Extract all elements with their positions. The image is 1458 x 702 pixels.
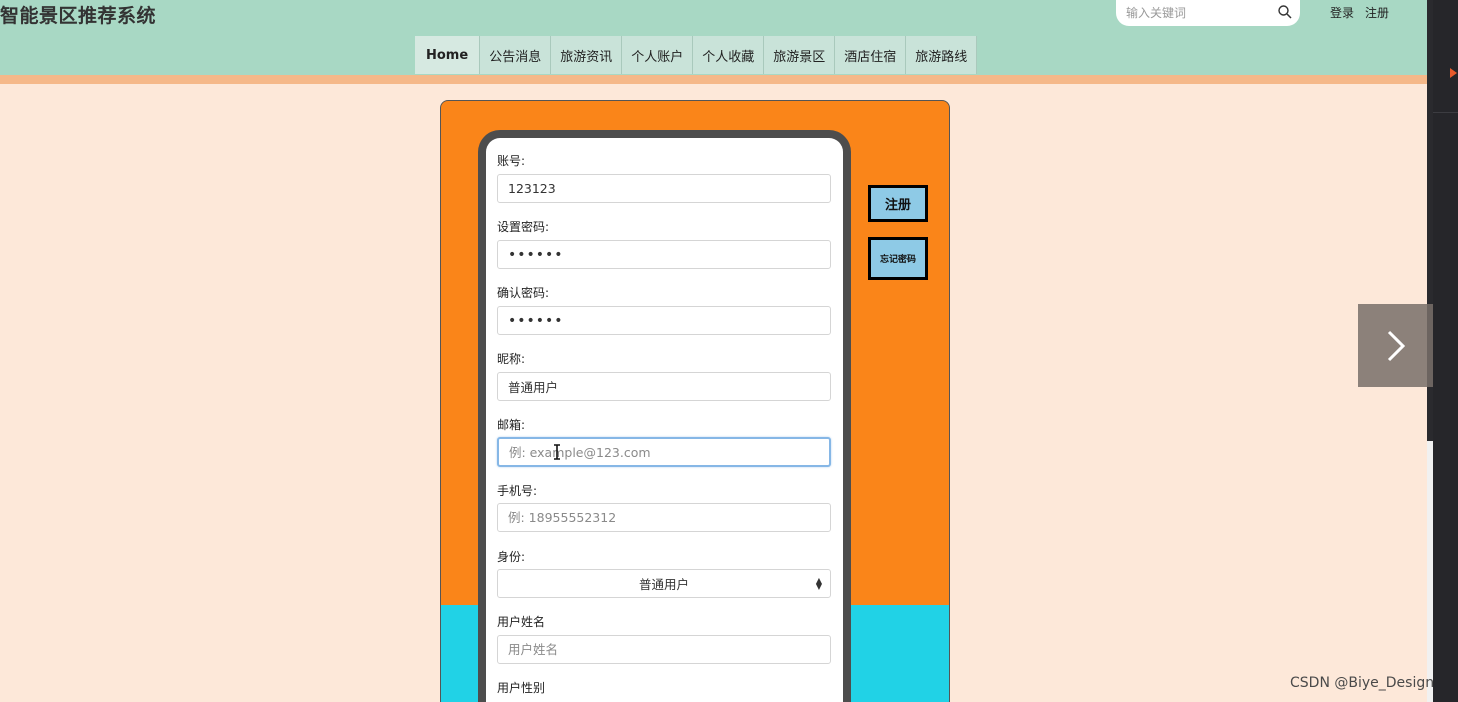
expand-arrow-icon[interactable]	[1450, 68, 1457, 78]
site-title: 智能景区推荐系统	[0, 5, 157, 27]
side-panel-strip	[1433, 0, 1458, 702]
email-input[interactable]	[497, 437, 831, 467]
phone-label: 手机号:	[497, 484, 538, 498]
text-cursor-icon	[554, 444, 560, 460]
realname-label: 用户姓名	[497, 615, 546, 629]
carousel-next-button[interactable]	[1358, 304, 1433, 387]
gender-label: 用户性别	[497, 681, 546, 695]
account-input[interactable]: 123123	[497, 174, 831, 203]
confirm-password-input[interactable]: ••••••	[497, 306, 831, 335]
register-link[interactable]: 注册	[1365, 6, 1389, 20]
search-icon[interactable]	[1277, 4, 1293, 20]
nav-item-scenic-spots[interactable]: 旅游景区	[764, 36, 836, 74]
select-caret-icon: ▲ ▼	[815, 576, 822, 591]
nav-item-hotels[interactable]: 酒店住宿	[835, 36, 907, 74]
nav-item-favorites[interactable]: 个人收藏	[693, 36, 765, 74]
password-input[interactable]: ••••••	[497, 240, 831, 269]
main-nav: Home 公告消息 旅游资讯 个人账户 个人收藏 旅游景区 酒店住宿 旅游路线	[415, 36, 978, 74]
phone-input[interactable]	[497, 503, 831, 532]
login-link[interactable]: 登录	[1330, 6, 1354, 20]
search-box	[1116, 0, 1300, 26]
password-label: 设置密码:	[497, 220, 550, 234]
role-select-value: 普通用户	[638, 577, 689, 592]
watermark: CSDN @Biye_Design	[1290, 675, 1435, 691]
nickname-label: 昵称:	[497, 352, 526, 366]
nav-item-travel-news[interactable]: 旅游资讯	[551, 36, 623, 74]
account-label: 账号:	[497, 154, 526, 168]
confirm-password-label: 确认密码:	[497, 286, 550, 300]
nav-item-announcements[interactable]: 公告消息	[480, 36, 552, 74]
forgot-password-button[interactable]: 忘记密码	[868, 237, 928, 280]
search-input[interactable]	[1116, 0, 1266, 26]
nav-item-routes[interactable]: 旅游路线	[906, 36, 978, 74]
realname-input[interactable]	[497, 635, 831, 664]
nav-item-home[interactable]: Home	[415, 36, 481, 74]
divider	[1433, 112, 1458, 113]
email-label: 邮箱:	[497, 418, 526, 432]
nickname-input[interactable]: 普通用户	[497, 372, 831, 401]
chevron-right-icon	[1387, 330, 1405, 361]
nav-item-account[interactable]: 个人账户	[622, 36, 694, 74]
header-accent-strip	[0, 75, 1427, 84]
role-label: 身份:	[497, 550, 526, 564]
role-select[interactable]: 普通用户 ▲ ▼	[497, 569, 831, 598]
register-button[interactable]: 注册	[868, 185, 928, 222]
auth-links: 登录 注册	[1330, 4, 1400, 21]
